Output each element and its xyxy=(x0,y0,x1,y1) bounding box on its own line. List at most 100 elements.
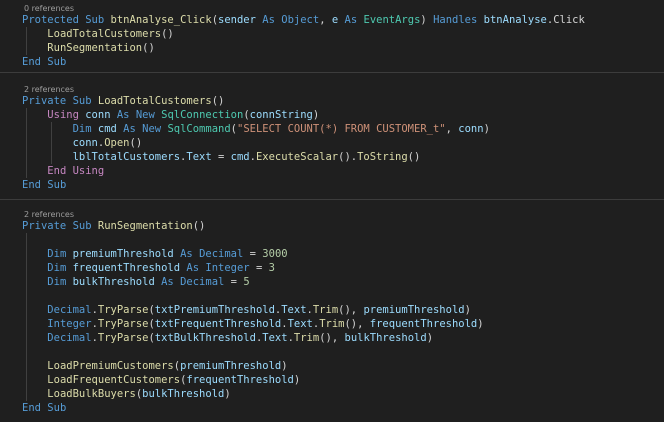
code-token: As xyxy=(180,248,193,260)
code-token: Decimal xyxy=(47,332,92,344)
code-token: 3 xyxy=(268,262,275,274)
code-token: TryParse xyxy=(97,332,149,344)
code-line[interactable]: Using conn As New SqlConnection(connStri… xyxy=(22,108,319,122)
code-token: () xyxy=(129,137,143,149)
code-line[interactable]: LoadTotalCustomers() xyxy=(22,27,174,41)
code-token: Open xyxy=(104,137,130,149)
code-line[interactable]: conn.Open() xyxy=(22,136,143,150)
code-token: () xyxy=(142,42,155,54)
code-line[interactable]: Private Sub LoadTotalCustomers() xyxy=(22,94,224,108)
code-token: Sub xyxy=(47,402,67,414)
code-line[interactable]: End Sub xyxy=(22,178,66,192)
code-token: New xyxy=(142,123,162,135)
code-line[interactable]: Dim cmd As New SqlCommand("SELECT COUNT(… xyxy=(22,122,490,136)
code-token: = xyxy=(211,151,231,163)
code-token: conn xyxy=(85,109,111,121)
code-line[interactable]: End Sub xyxy=(22,401,66,415)
code-token: Sub xyxy=(47,179,67,191)
code-token: End xyxy=(47,165,67,177)
code-token: = xyxy=(224,276,244,288)
code-token: Trim xyxy=(293,332,320,344)
code-line[interactable]: End Using xyxy=(22,164,104,178)
code-token: Text xyxy=(281,304,307,316)
code-line[interactable]: lblTotalCustomers.Text = cmd.ExecuteScal… xyxy=(22,150,421,164)
code-token: RunSegmentation xyxy=(47,42,143,54)
code-token: () xyxy=(211,95,225,107)
code-token: TryParse xyxy=(97,318,149,330)
code-token: Decimal xyxy=(180,276,225,288)
code-token: Protected xyxy=(22,14,79,26)
code-token: Private xyxy=(22,220,67,232)
code-token: () xyxy=(407,151,421,163)
code-token: ) xyxy=(426,332,434,344)
code-line[interactable]: Dim frequentThreshold As Integer = 3 xyxy=(22,261,275,275)
code-token: Click xyxy=(553,14,585,26)
code-token: ToString xyxy=(357,151,408,163)
code-token: Sub xyxy=(85,14,105,26)
code-token: bulkThreshold xyxy=(344,332,427,344)
code-token: As xyxy=(262,14,275,26)
code-token: frequentThreshold xyxy=(369,318,478,330)
code-line[interactable]: LoadBulkBuyers(bulkThreshold) xyxy=(22,387,230,401)
code-token: btnAnalyse xyxy=(483,14,547,26)
code-token: New xyxy=(135,109,155,121)
code-token: Using xyxy=(72,165,105,177)
code-token: Handles xyxy=(433,14,478,26)
code-token: (). xyxy=(338,151,358,163)
code-token: () xyxy=(161,28,174,40)
code-token: txtPremiumThreshold xyxy=(154,304,275,316)
code-line[interactable]: LoadFrequentCustomers(frequentThreshold) xyxy=(22,373,300,387)
code-token: SqlCommand xyxy=(167,123,231,135)
code-token: ) xyxy=(420,14,434,26)
code-token: premiumThreshold xyxy=(363,304,465,316)
code-token: Decimal xyxy=(47,304,92,316)
code-token: , xyxy=(319,14,332,26)
code-token: LoadBulkBuyers xyxy=(47,388,136,400)
code-line[interactable]: Dim bulkThreshold As Decimal = 5 xyxy=(22,275,249,289)
code-line[interactable]: LoadPremiumCustomers(premiumThreshold) xyxy=(22,359,287,373)
code-token: bulkThreshold xyxy=(142,388,225,400)
method-separator xyxy=(0,72,664,73)
code-token: cmd xyxy=(97,123,117,135)
code-token: ) xyxy=(312,109,320,121)
code-line[interactable]: Decimal.TryParse(txtPremiumThreshold.Tex… xyxy=(22,303,471,317)
code-line[interactable]: Protected Sub btnAnalyse_Click(sender As… xyxy=(22,13,585,27)
code-line[interactable]: Private Sub RunSegmentation() xyxy=(22,219,205,233)
code-token: Object xyxy=(281,14,320,26)
code-token: As xyxy=(186,262,200,274)
code-token: As xyxy=(344,14,358,26)
code-token: TryParse xyxy=(97,304,149,316)
code-token: btnAnalyse_Click xyxy=(110,14,212,26)
code-line[interactable]: RunSegmentation() xyxy=(22,41,155,55)
code-token: premiumThreshold xyxy=(180,360,282,372)
code-token: = xyxy=(249,262,269,274)
code-token: txtFrequentThreshold xyxy=(154,318,282,330)
code-token: Trim xyxy=(319,318,345,330)
code-token: Decimal xyxy=(199,248,244,260)
code-editor[interactable]: 0 references Protected Sub btnAnalyse_Cli… xyxy=(0,0,664,422)
code-line[interactable]: End Sub xyxy=(22,55,66,69)
code-token: ) xyxy=(464,304,471,316)
code-token: Using xyxy=(47,109,79,121)
code-token: frequentThreshold xyxy=(72,262,181,274)
code-token: As xyxy=(161,276,174,288)
code-token: EventArgs xyxy=(363,14,421,26)
code-token: txtBulkThreshold xyxy=(154,332,256,344)
code-line[interactable]: Dim premiumThreshold As Decimal = 3000 xyxy=(22,247,287,261)
code-token: LoadPremiumCustomers xyxy=(47,360,174,372)
code-line[interactable]: Decimal.TryParse(txtBulkThreshold.Text.T… xyxy=(22,331,433,345)
code-line[interactable]: Integer.TryParse(txtFrequentThreshold.Te… xyxy=(22,317,483,331)
code-token: premiumThreshold xyxy=(72,248,174,260)
